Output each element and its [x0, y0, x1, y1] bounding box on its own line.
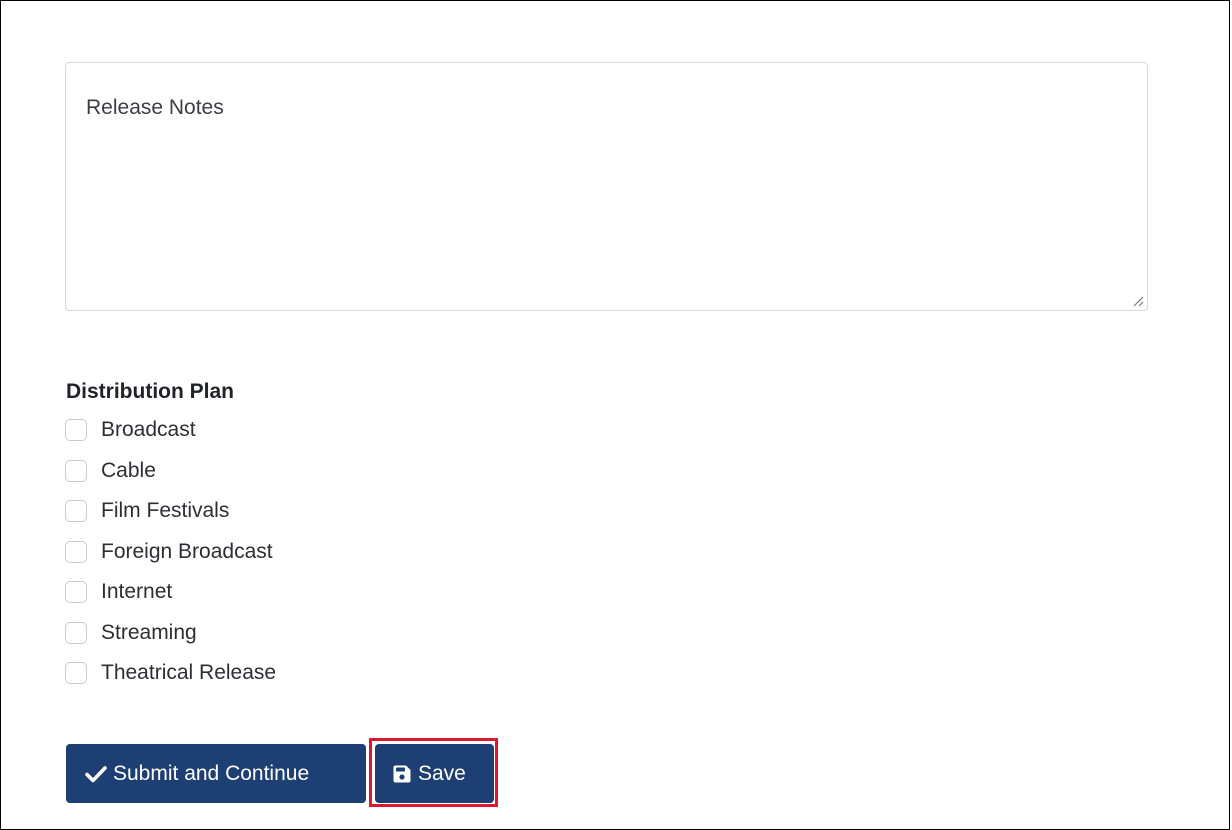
- page-frame: Release Notes Distribution Plan Broadcas…: [0, 0, 1230, 830]
- distribution-plan-heading: Distribution Plan: [66, 380, 234, 403]
- foreign-broadcast-checkbox[interactable]: [65, 540, 87, 563]
- option-broadcast[interactable]: Broadcast: [65, 410, 276, 451]
- release-notes-placeholder: Release Notes: [86, 96, 224, 119]
- release-notes-textarea[interactable]: Release Notes: [65, 62, 1148, 311]
- resize-handle-icon[interactable]: [1132, 295, 1144, 307]
- option-theatrical-release[interactable]: Theatrical Release: [65, 653, 276, 694]
- floppy-disk-icon: [393, 765, 411, 782]
- option-foreign-broadcast[interactable]: Foreign Broadcast: [65, 532, 276, 573]
- option-internet[interactable]: Internet: [65, 572, 276, 613]
- cable-checkbox[interactable]: [65, 459, 87, 482]
- theatrical-release-checkbox[interactable]: [65, 662, 87, 685]
- option-label: Cable: [101, 458, 156, 482]
- internet-checkbox[interactable]: [65, 581, 87, 604]
- film-festivals-checkbox[interactable]: [65, 500, 87, 523]
- checkmark-icon: [85, 765, 107, 782]
- option-film-festivals[interactable]: Film Festivals: [65, 491, 276, 532]
- streaming-checkbox[interactable]: [65, 621, 87, 644]
- option-label: Internet: [101, 580, 173, 604]
- option-label: Streaming: [101, 620, 197, 644]
- submit-and-continue-button[interactable]: Submit and Continue: [66, 744, 366, 803]
- save-button[interactable]: Save: [375, 744, 494, 803]
- option-streaming[interactable]: Streaming: [65, 613, 276, 654]
- broadcast-checkbox[interactable]: [65, 419, 87, 442]
- save-button-label: Save: [418, 761, 466, 785]
- option-label: Theatrical Release: [101, 661, 277, 685]
- option-label: Foreign Broadcast: [101, 539, 273, 563]
- option-label: Film Festivals: [101, 499, 230, 523]
- distribution-plan-options: Broadcast Cable Film Festivals Foreign B…: [65, 410, 276, 694]
- option-label: Broadcast: [101, 418, 196, 442]
- option-cable[interactable]: Cable: [65, 451, 276, 492]
- submit-button-label: Submit and Continue: [113, 761, 310, 785]
